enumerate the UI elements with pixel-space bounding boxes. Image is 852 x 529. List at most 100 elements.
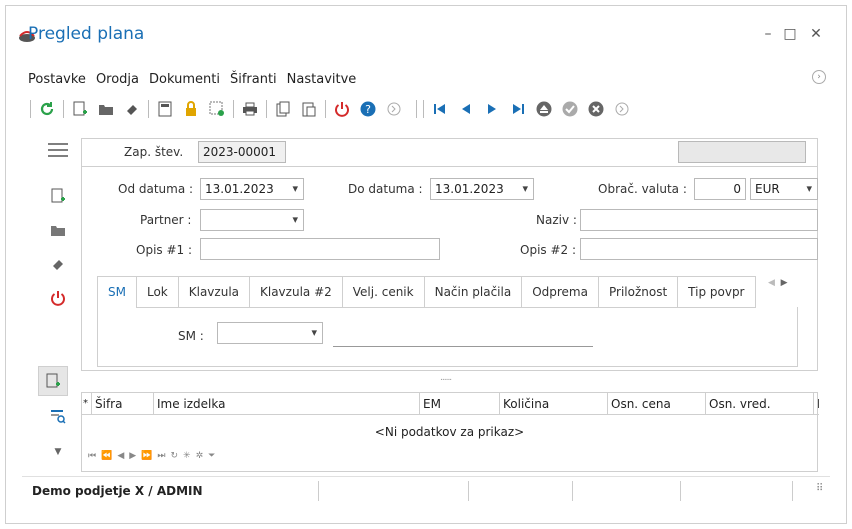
grid-navigator[interactable]: ⏮⏪◀▶⏩⏭↻✳✲⏷ bbox=[88, 451, 220, 461]
status-field bbox=[678, 141, 806, 163]
col-osn-vred[interactable]: Osn. vred. bbox=[706, 393, 814, 415]
col-em[interactable]: EM bbox=[420, 393, 500, 415]
sm-label: SM : bbox=[178, 329, 204, 343]
naziv-label: Naziv : bbox=[536, 213, 577, 227]
tab-klavzula[interactable]: Klavzula bbox=[177, 276, 249, 308]
tab-odprema[interactable]: Odprema bbox=[521, 276, 598, 308]
hamburger-menu-icon[interactable] bbox=[48, 140, 68, 160]
partner-label: Partner : bbox=[140, 213, 192, 227]
tab-tip-povpr[interactable]: Tip povpr bbox=[677, 276, 756, 308]
cancel-icon[interactable] bbox=[586, 99, 606, 119]
side-power-icon[interactable] bbox=[48, 288, 68, 308]
col-r[interactable]: R. bbox=[814, 393, 819, 415]
tab-scroll-right-icon[interactable]: ▶ bbox=[781, 278, 788, 288]
refresh-icon[interactable] bbox=[37, 99, 57, 119]
opis2-field[interactable] bbox=[580, 238, 818, 260]
zap-field[interactable]: 2023-00001 bbox=[198, 141, 286, 163]
side-new-document-icon[interactable] bbox=[48, 186, 68, 206]
tab-sm[interactable]: SM bbox=[97, 276, 136, 308]
nav-filter-icon[interactable]: ⏷ bbox=[208, 451, 220, 461]
nav-refresh-icon[interactable]: ↻ bbox=[171, 451, 184, 461]
minimize-button[interactable]: – bbox=[758, 26, 778, 42]
partner-select[interactable] bbox=[200, 209, 304, 231]
menu-orodja[interactable]: Orodja bbox=[96, 72, 139, 87]
nav-next-page-icon[interactable]: ⏩ bbox=[141, 451, 157, 461]
new-document-icon[interactable] bbox=[70, 99, 90, 119]
sm-description-line bbox=[333, 346, 593, 347]
od-datuma-label: Od datuma : bbox=[118, 182, 194, 196]
nav-last-icon[interactable]: ⏭ bbox=[157, 451, 170, 461]
nav-append-icon[interactable]: ✳ bbox=[183, 451, 196, 461]
lock-icon[interactable] bbox=[181, 99, 201, 119]
menu-bar: Postavke Orodja Dokumenti Šifranti Nasta… bbox=[28, 72, 366, 87]
more-circle-icon[interactable] bbox=[612, 99, 632, 119]
status-bar: Demo podjetje X / ADMIN ⠿ bbox=[22, 476, 830, 502]
search-grid-icon[interactable] bbox=[48, 406, 68, 426]
side-folder-icon[interactable] bbox=[48, 220, 68, 240]
collapse-ribbon-icon[interactable]: › bbox=[812, 70, 826, 84]
eject-icon[interactable] bbox=[534, 99, 554, 119]
side-add-row-button[interactable] bbox=[38, 366, 68, 396]
last-record-icon[interactable] bbox=[508, 99, 528, 119]
tab-lok[interactable]: Lok bbox=[135, 276, 178, 308]
svg-text:?: ? bbox=[365, 103, 371, 116]
maximize-button[interactable]: □ bbox=[780, 26, 800, 42]
side-chevron-down-icon[interactable]: ▼ bbox=[48, 442, 68, 462]
valuta-amount-field[interactable]: 0 bbox=[694, 178, 746, 200]
toolbar-grip bbox=[30, 100, 31, 118]
col-kolicina[interactable]: Količina bbox=[500, 393, 608, 415]
window-title: Pregled plana bbox=[28, 24, 145, 44]
paste-icon[interactable] bbox=[299, 99, 319, 119]
nav-first-icon[interactable]: ⏮ bbox=[88, 451, 101, 461]
sm-select[interactable] bbox=[217, 322, 323, 344]
eraser-icon[interactable] bbox=[122, 99, 142, 119]
menu-dokumenti[interactable]: Dokumenti bbox=[149, 72, 220, 87]
chevron-circle-icon[interactable] bbox=[384, 99, 404, 119]
tab-priloznost[interactable]: Priložnost bbox=[597, 276, 678, 308]
resize-grip-icon[interactable]: ⠿ bbox=[816, 483, 823, 494]
grid-empty-text: <Ni podatkov za prikaz> bbox=[374, 425, 525, 439]
valuta-label: Obrač. valuta : bbox=[598, 182, 687, 196]
open-folder-icon[interactable] bbox=[96, 99, 116, 119]
menu-nastavitve[interactable]: Nastavitve bbox=[287, 72, 357, 87]
od-datuma-field[interactable]: 13.01.2023 bbox=[200, 178, 304, 200]
menu-sifranti[interactable]: Šifranti bbox=[230, 72, 277, 87]
print-icon[interactable] bbox=[240, 99, 260, 119]
naziv-field[interactable] bbox=[580, 209, 818, 231]
grid-settings-icon[interactable] bbox=[207, 99, 227, 119]
tab-velj-cenik[interactable]: Velj. cenik bbox=[341, 276, 424, 308]
help-icon[interactable]: ? bbox=[358, 99, 378, 119]
power-icon[interactable] bbox=[332, 99, 352, 119]
do-datuma-field[interactable]: 13.01.2023 bbox=[430, 178, 534, 200]
col-ime-izdelka[interactable]: Ime izdelka bbox=[154, 393, 420, 415]
nav-prev-page-icon[interactable]: ⏪ bbox=[101, 451, 117, 461]
menu-postavke[interactable]: Postavke bbox=[28, 72, 86, 87]
col-sifra[interactable]: Šifra bbox=[92, 393, 154, 415]
calculator-icon[interactable] bbox=[155, 99, 175, 119]
items-grid: * Šifra Ime izdelka EM Količina Osn. cen… bbox=[81, 392, 819, 472]
toolbar: ? bbox=[30, 98, 638, 120]
tab-scroll-arrows[interactable]: ◀ ▶ bbox=[768, 278, 788, 288]
tab-strip: SM Lok Klavzula Klavzula #2 Velj. cenik … bbox=[97, 276, 756, 308]
valuta-currency-select[interactable]: EUR bbox=[750, 178, 818, 200]
close-button[interactable]: ✕ bbox=[806, 26, 826, 42]
tab-klavzula-2[interactable]: Klavzula #2 bbox=[249, 276, 342, 308]
confirm-icon[interactable] bbox=[560, 99, 580, 119]
nav-prev-icon[interactable]: ◀ bbox=[117, 451, 129, 461]
opis2-label: Opis #2 : bbox=[520, 243, 577, 257]
copy-icon[interactable] bbox=[273, 99, 293, 119]
status-company: Demo podjetje X / ADMIN bbox=[32, 484, 203, 498]
nav-insert-icon[interactable]: ✲ bbox=[196, 451, 209, 461]
prev-record-icon[interactable] bbox=[456, 99, 476, 119]
col-osn-cena[interactable]: Osn. cena bbox=[608, 393, 706, 415]
first-record-icon[interactable] bbox=[430, 99, 450, 119]
opis1-field[interactable] bbox=[200, 238, 440, 260]
next-record-icon[interactable] bbox=[482, 99, 502, 119]
opis1-label: Opis #1 : bbox=[136, 243, 193, 257]
tab-scroll-left-icon[interactable]: ◀ bbox=[768, 278, 775, 288]
tab-nacin-placila[interactable]: Način plačila bbox=[423, 276, 522, 308]
side-eraser-icon[interactable] bbox=[48, 254, 68, 274]
splitter-handle[interactable]: ...... bbox=[440, 373, 452, 383]
nav-next-icon[interactable]: ▶ bbox=[129, 451, 141, 461]
grid-row-indicator: * bbox=[82, 393, 92, 415]
